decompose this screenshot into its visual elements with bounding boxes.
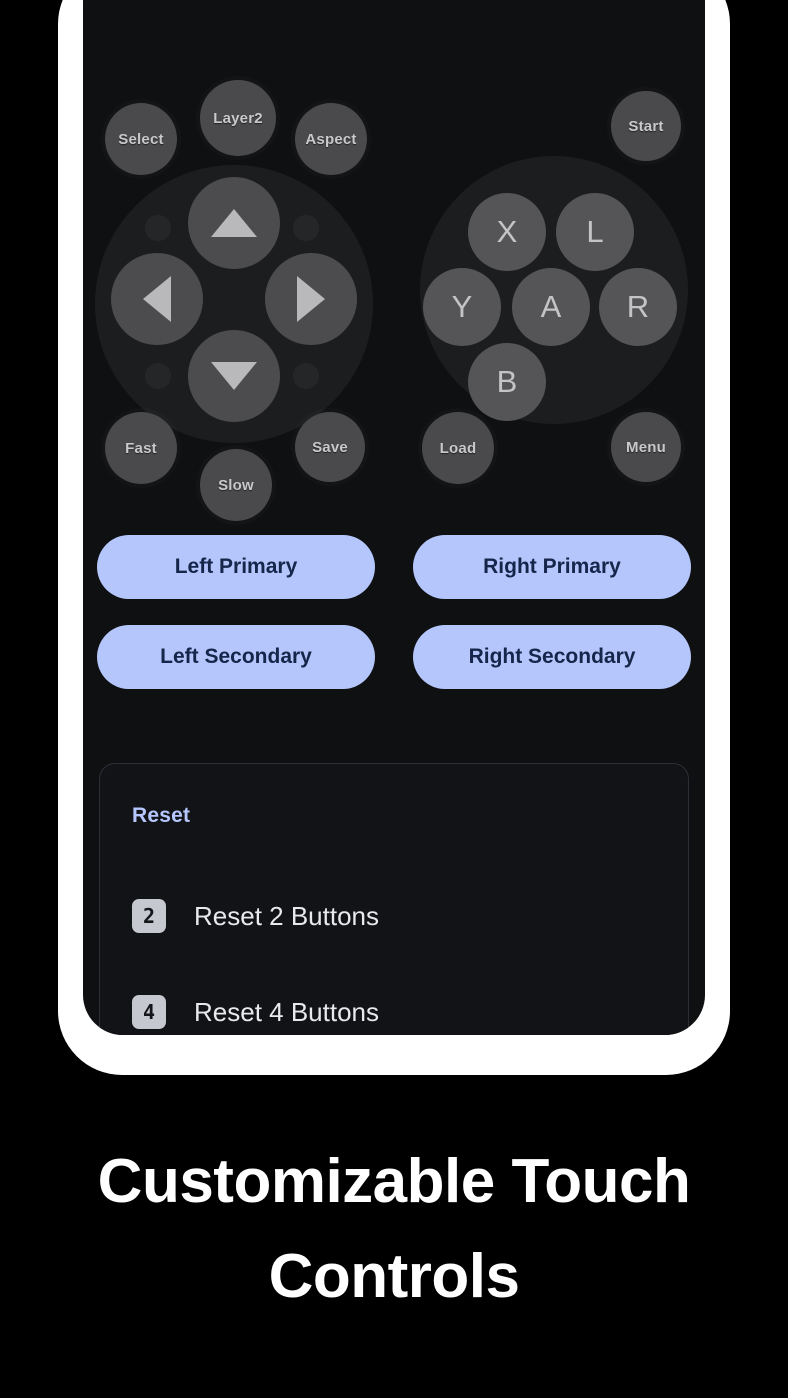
face-button-a-label: A — [540, 289, 562, 324]
keycap-2-icon: 2 — [132, 899, 166, 933]
pill-row-secondary: Left Secondary Right Secondary — [83, 625, 705, 689]
touch-button-load-label: Load — [439, 439, 477, 457]
face-button-a[interactable]: A — [512, 268, 590, 346]
face-button-l-label: L — [586, 214, 604, 249]
promo-caption: Customizable Touch Controls — [97, 1147, 691, 1312]
screenshot-stage: Select Layer2 Aspect Start X L Y A R B F… — [0, 0, 788, 1398]
touch-button-select-label: Select — [118, 130, 164, 148]
keycap-4-icon: 4 — [132, 995, 166, 1029]
touch-button-layer2[interactable]: Layer2 — [200, 80, 276, 156]
touch-button-fast[interactable]: Fast — [105, 412, 177, 484]
reset-card-title: Reset — [132, 804, 191, 827]
left-primary-button[interactable]: Left Primary — [97, 535, 375, 599]
pill-row-primary: Left Primary Right Primary — [83, 535, 705, 599]
touch-button-slow[interactable]: Slow — [200, 449, 272, 521]
left-secondary-button[interactable]: Left Secondary — [97, 625, 375, 689]
face-button-y-label: Y — [451, 289, 473, 324]
reset-card: Reset 2 Reset 2 Buttons 4 Reset 4 Button… — [99, 763, 689, 1035]
face-button-r[interactable]: R — [599, 268, 677, 346]
touch-button-select[interactable]: Select — [105, 103, 177, 175]
left-secondary-label: Left Secondary — [160, 645, 312, 668]
face-button-b[interactable]: B — [468, 343, 546, 421]
right-secondary-label: Right Secondary — [468, 645, 636, 668]
dpad-down-button[interactable] — [188, 330, 280, 422]
face-button-l[interactable]: L — [556, 193, 634, 271]
dpad-dot-downright — [293, 363, 319, 389]
touch-button-aspect[interactable]: Aspect — [295, 103, 367, 175]
reset-4-buttons-label: Reset 4 Buttons — [194, 996, 379, 1027]
reset-2-buttons-row[interactable]: 2 Reset 2 Buttons — [100, 868, 688, 964]
touch-button-layer2-label: Layer2 — [213, 109, 263, 127]
dpad-left-button[interactable] — [111, 253, 203, 345]
dpad-dot-upleft — [145, 215, 171, 241]
face-button-y[interactable]: Y — [423, 268, 501, 346]
face-button-x[interactable]: X — [468, 193, 546, 271]
touch-controls-overlay: Select Layer2 Aspect Start X L Y A R B F… — [83, 0, 705, 530]
dpad-dot-upright — [293, 215, 319, 241]
left-primary-label: Left Primary — [174, 555, 298, 578]
dpad-up-button[interactable] — [188, 177, 280, 269]
face-button-r-label: R — [626, 289, 650, 324]
phone-screen: Select Layer2 Aspect Start X L Y A R B F… — [83, 0, 705, 1035]
triangle-down-icon — [211, 362, 257, 390]
touch-button-aspect-label: Aspect — [305, 130, 357, 148]
touch-button-menu-label: Menu — [626, 438, 666, 456]
touch-button-start-label: Start — [628, 117, 664, 135]
dpad-dot-downleft — [145, 363, 171, 389]
right-primary-label: Right Primary — [483, 555, 621, 578]
mapping-pill-buttons: Left Primary Right Primary Left Secondar… — [83, 535, 705, 715]
dpad-right-button[interactable] — [265, 253, 357, 345]
reset-4-buttons-row[interactable]: 4 Reset 4 Buttons — [100, 964, 688, 1035]
touch-button-slow-label: Slow — [218, 476, 254, 494]
triangle-up-icon — [211, 209, 257, 237]
touch-button-load[interactable]: Load — [422, 412, 494, 484]
touch-button-start[interactable]: Start — [611, 91, 681, 161]
face-button-x-label: X — [496, 214, 518, 249]
right-secondary-button[interactable]: Right Secondary — [413, 625, 691, 689]
touch-button-fast-label: Fast — [125, 439, 157, 457]
touch-button-save-label: Save — [312, 438, 348, 456]
triangle-right-icon — [297, 276, 325, 322]
face-button-b-label: B — [496, 364, 518, 399]
touch-button-menu[interactable]: Menu — [611, 412, 681, 482]
reset-2-buttons-label: Reset 2 Buttons — [194, 900, 379, 931]
touch-button-save[interactable]: Save — [295, 412, 365, 482]
right-primary-button[interactable]: Right Primary — [413, 535, 691, 599]
triangle-left-icon — [143, 276, 171, 322]
